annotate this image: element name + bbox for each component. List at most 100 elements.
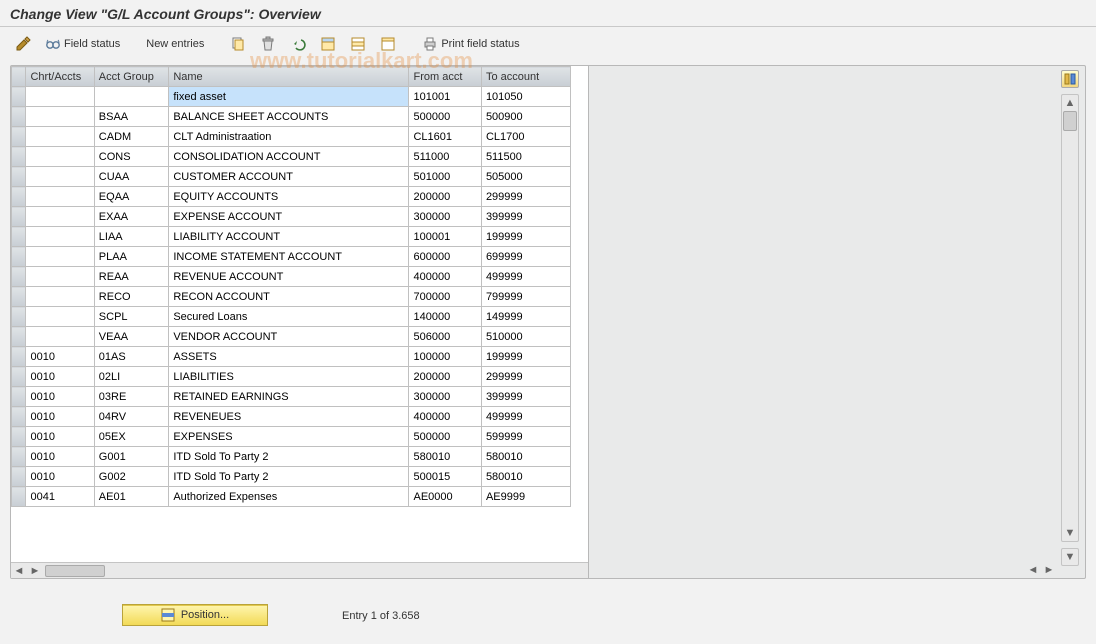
cell-name[interactable]: REVENEUES xyxy=(169,407,409,427)
cell-to[interactable]: 505000 xyxy=(481,167,570,187)
table-row[interactable]: REAAREVENUE ACCOUNT400000499999 xyxy=(12,267,571,287)
cell-to[interactable]: 499999 xyxy=(481,267,570,287)
cell-chrt[interactable] xyxy=(26,167,94,187)
cell-chrt[interactable] xyxy=(26,287,94,307)
cell-from[interactable]: 200000 xyxy=(409,187,481,207)
cell-chrt[interactable] xyxy=(26,327,94,347)
cell-from[interactable]: 300000 xyxy=(409,387,481,407)
cell-from[interactable]: 100000 xyxy=(409,347,481,367)
cell-name[interactable]: CONSOLIDATION ACCOUNT xyxy=(169,147,409,167)
vscroll-thumb[interactable] xyxy=(1063,111,1077,131)
vscroll-track[interactable] xyxy=(1062,111,1078,525)
cell-name[interactable]: VENDOR ACCOUNT xyxy=(169,327,409,347)
cell-from[interactable]: 140000 xyxy=(409,307,481,327)
horizontal-scrollbar[interactable]: ◄ ► xyxy=(11,562,588,578)
cell-from[interactable]: 100001 xyxy=(409,227,481,247)
cell-chrt[interactable] xyxy=(26,187,94,207)
row-selector[interactable] xyxy=(12,167,26,187)
table-row[interactable]: PLAAINCOME STATEMENT ACCOUNT600000699999 xyxy=(12,247,571,267)
cell-name[interactable]: EQUITY ACCOUNTS xyxy=(169,187,409,207)
cell-from[interactable]: 500000 xyxy=(409,427,481,447)
cell-grp[interactable]: EQAA xyxy=(94,187,169,207)
cell-to[interactable]: 299999 xyxy=(481,367,570,387)
cell-grp[interactable]: 01AS xyxy=(94,347,169,367)
cell-to[interactable]: AE9999 xyxy=(481,487,570,507)
cell-grp[interactable]: BSAA xyxy=(94,107,169,127)
table-row[interactable]: 001001ASASSETS100000199999 xyxy=(12,347,571,367)
deselect-all-button[interactable] xyxy=(375,33,401,55)
cell-chrt[interactable] xyxy=(26,227,94,247)
cell-name[interactable]: BALANCE SHEET ACCOUNTS xyxy=(169,107,409,127)
col-group-header[interactable]: Acct Group xyxy=(94,67,169,87)
cell-chrt[interactable]: 0010 xyxy=(26,407,94,427)
cell-from[interactable]: 501000 xyxy=(409,167,481,187)
table-row[interactable]: 0010G001ITD Sold To Party 2580010580010 xyxy=(12,447,571,467)
cell-to[interactable]: 199999 xyxy=(481,227,570,247)
cell-grp[interactable]: PLAA xyxy=(94,247,169,267)
cell-chrt[interactable] xyxy=(26,127,94,147)
row-selector[interactable] xyxy=(12,387,26,407)
cell-name[interactable]: Secured Loans xyxy=(169,307,409,327)
cell-to[interactable]: 511500 xyxy=(481,147,570,167)
cell-to[interactable]: 799999 xyxy=(481,287,570,307)
row-selector[interactable] xyxy=(12,307,26,327)
cell-chrt[interactable] xyxy=(26,307,94,327)
cell-name[interactable]: fixed asset xyxy=(169,87,409,107)
row-selector[interactable] xyxy=(12,447,26,467)
table-row[interactable]: CONSCONSOLIDATION ACCOUNT511000511500 xyxy=(12,147,571,167)
cell-grp[interactable]: 03RE xyxy=(94,387,169,407)
print-field-status-button[interactable]: Print field status xyxy=(417,33,524,55)
cell-from[interactable]: 101001 xyxy=(409,87,481,107)
cell-from[interactable]: 400000 xyxy=(409,407,481,427)
table-row[interactable]: 001004RVREVENEUES400000499999 xyxy=(12,407,571,427)
cell-name[interactable]: RECON ACCOUNT xyxy=(169,287,409,307)
cell-from[interactable]: 506000 xyxy=(409,327,481,347)
cell-grp[interactable]: CADM xyxy=(94,127,169,147)
row-selector[interactable] xyxy=(12,407,26,427)
other-view-button[interactable] xyxy=(10,33,36,55)
cell-from[interactable]: AE0000 xyxy=(409,487,481,507)
copy-button[interactable] xyxy=(225,33,251,55)
row-selector[interactable] xyxy=(12,207,26,227)
col-to-header[interactable]: To account xyxy=(481,67,570,87)
cell-grp[interactable]: LIAA xyxy=(94,227,169,247)
cell-to[interactable]: 500900 xyxy=(481,107,570,127)
scroll-right-icon[interactable]: ► xyxy=(27,564,43,578)
cell-to[interactable]: 699999 xyxy=(481,247,570,267)
cell-grp[interactable]: EXAA xyxy=(94,207,169,227)
cell-to[interactable]: 299999 xyxy=(481,187,570,207)
table-row[interactable]: 0041AE01Authorized ExpensesAE0000AE9999 xyxy=(12,487,571,507)
scroll-down2-icon[interactable]: ▼ xyxy=(1061,548,1079,566)
cell-from[interactable]: 600000 xyxy=(409,247,481,267)
row-selector[interactable] xyxy=(12,347,26,367)
table-row[interactable]: CADMCLT AdministraationCL1601CL1700 xyxy=(12,127,571,147)
cell-grp[interactable]: AE01 xyxy=(94,487,169,507)
cell-from[interactable]: 500015 xyxy=(409,467,481,487)
position-button[interactable]: Position... xyxy=(122,604,268,626)
cell-to[interactable]: 580010 xyxy=(481,447,570,467)
cell-from[interactable]: 500000 xyxy=(409,107,481,127)
cell-chrt[interactable]: 0010 xyxy=(26,447,94,467)
scroll-left-icon[interactable]: ◄ xyxy=(11,564,27,578)
hscroll-thumb[interactable] xyxy=(45,565,105,577)
cell-chrt[interactable]: 0010 xyxy=(26,467,94,487)
table-row[interactable]: CUAACUSTOMER ACCOUNT501000505000 xyxy=(12,167,571,187)
cell-from[interactable]: 580010 xyxy=(409,447,481,467)
cell-grp[interactable]: G001 xyxy=(94,447,169,467)
cell-chrt[interactable]: 0010 xyxy=(26,387,94,407)
cell-name[interactable]: REVENUE ACCOUNT xyxy=(169,267,409,287)
cell-from[interactable]: CL1601 xyxy=(409,127,481,147)
select-all-button[interactable] xyxy=(315,33,341,55)
cell-grp[interactable]: 05EX xyxy=(94,427,169,447)
cell-name[interactable]: CUSTOMER ACCOUNT xyxy=(169,167,409,187)
row-selector[interactable] xyxy=(12,107,26,127)
row-selector[interactable] xyxy=(12,487,26,507)
col-name-header[interactable]: Name xyxy=(169,67,409,87)
cell-to[interactable]: 510000 xyxy=(481,327,570,347)
cell-name[interactable]: RETAINED EARNINGS xyxy=(169,387,409,407)
table-row[interactable]: 001002LILIABILITIES200000299999 xyxy=(12,367,571,387)
row-selector[interactable] xyxy=(12,287,26,307)
scroll-down-icon[interactable]: ▼ xyxy=(1062,525,1078,541)
row-selector[interactable] xyxy=(12,127,26,147)
col-chrt-header[interactable]: Chrt/Accts xyxy=(26,67,94,87)
